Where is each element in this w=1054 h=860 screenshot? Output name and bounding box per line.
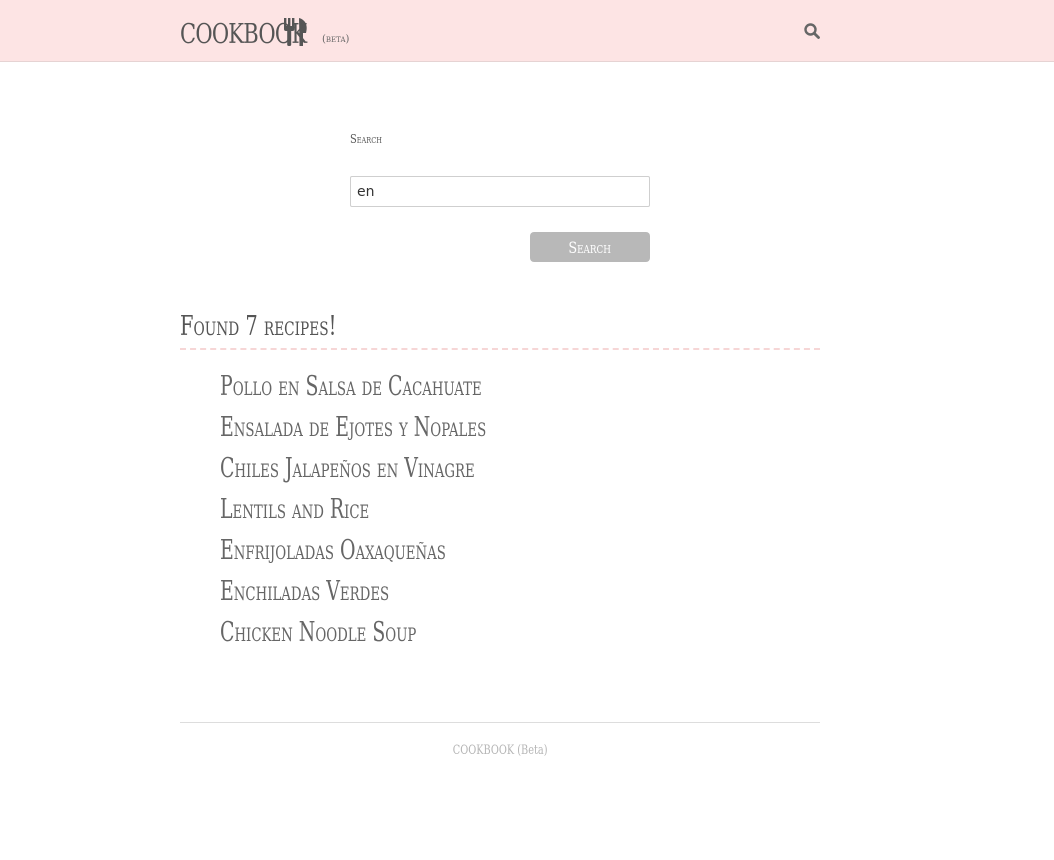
list-item: Enchiladas Verdes (220, 571, 600, 612)
search-button[interactable]: Search (530, 232, 650, 262)
search-form: Search Search (350, 130, 650, 262)
list-item: Enfrijoladas Oaxaqueñas (220, 530, 600, 571)
list-item: Ensalada de Ejotes y Nopales (220, 407, 600, 448)
beta-label: (beta) (322, 34, 350, 45)
recipe-link[interactable]: Ensalada de Ejotes y Nopales (220, 407, 486, 448)
list-item: Chicken Noodle Soup (220, 612, 600, 653)
recipe-link[interactable]: Enfrijoladas Oaxaqueñas (220, 530, 446, 571)
search-icon[interactable] (803, 22, 821, 40)
search-input[interactable] (350, 176, 650, 207)
recipe-link[interactable]: Enchiladas Verdes (220, 571, 389, 612)
results-count-title: Found 7 recipes! (180, 311, 337, 342)
footer: COOKBOOK (Beta) (180, 743, 820, 758)
search-label: Search (350, 132, 382, 146)
recipe-link[interactable]: Chiles Jalapeños en Vinagre (220, 448, 475, 489)
recipe-link[interactable]: Lentils and Rice (220, 489, 369, 530)
list-item: Chiles Jalapeños en Vinagre (220, 448, 600, 489)
brand-link[interactable]: COOKBOOK (beta) (180, 12, 349, 50)
recipe-list: Pollo en Salsa de Cacahuate Ensalada de … (220, 366, 600, 653)
brand-title: COOKBOOK (180, 19, 307, 50)
navbar: COOKBOOK (beta) (0, 0, 1054, 62)
list-item: Lentils and Rice (220, 489, 600, 530)
list-item: Pollo en Salsa de Cacahuate (220, 366, 600, 407)
footer-divider (180, 722, 820, 723)
search-button-label: Search (568, 237, 612, 257)
footer-label: COOKBOOK (Beta) (452, 743, 548, 758)
results-heading: Found 7 recipes! (180, 306, 820, 350)
recipe-link[interactable]: Pollo en Salsa de Cacahuate (220, 366, 482, 407)
recipe-link[interactable]: Chicken Noodle Soup (220, 612, 416, 653)
